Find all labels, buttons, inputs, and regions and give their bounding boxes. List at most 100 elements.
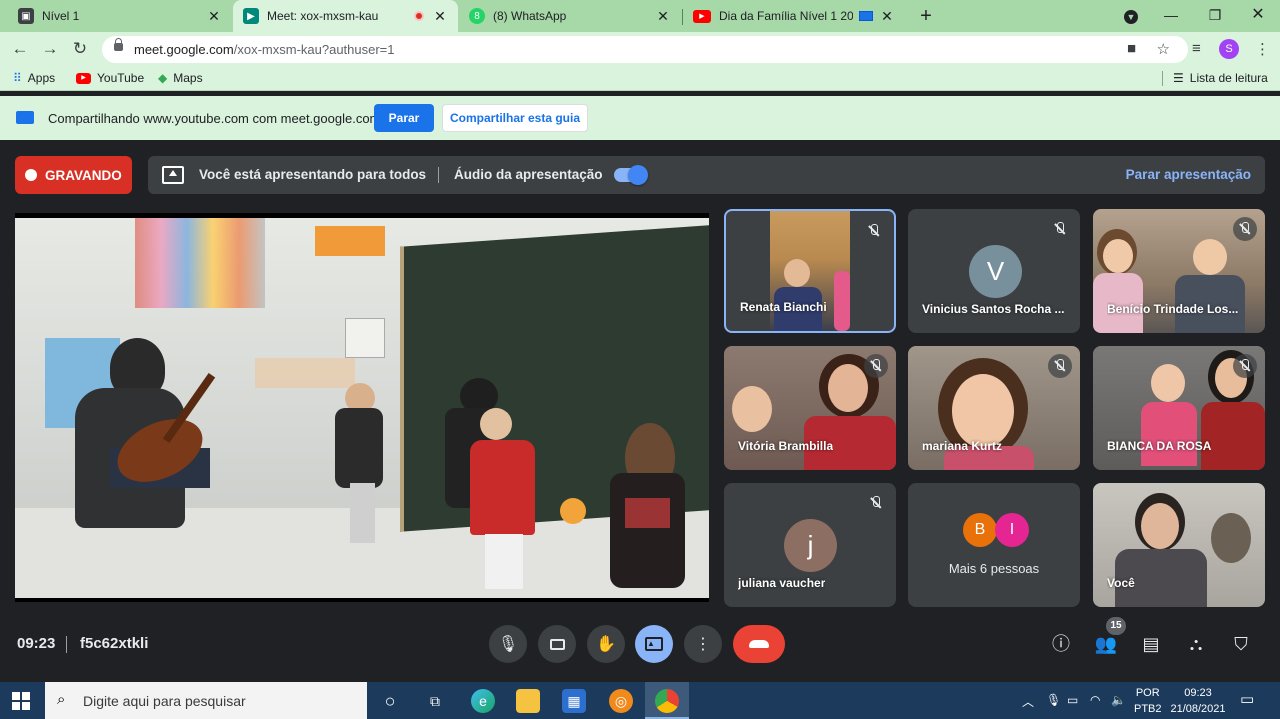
tray-overflow-icon[interactable]: ︿ [1022, 693, 1034, 710]
store-icon[interactable]: ▦ [562, 689, 586, 713]
cast-icon [859, 11, 873, 21]
media-control-icon[interactable]: ≡ [1192, 40, 1201, 57]
close-tab-icon[interactable]: ✕ [206, 8, 222, 25]
raise-hand-button[interactable]: ✋ [587, 625, 625, 663]
whatsapp-icon: 8 [469, 8, 485, 24]
tab-title: Meet: xox-mxsm-kau [267, 9, 379, 23]
participant-tile[interactable]: Renata Bianchi [724, 209, 896, 333]
muted-mic-icon [1233, 217, 1257, 241]
more-options-button[interactable]: ⋮ [684, 625, 722, 663]
participant-tile[interactable]: BIANCA DA ROSA [1093, 346, 1265, 470]
bookmark-maps[interactable]: ◆ Maps [158, 71, 203, 85]
forward-icon[interactable]: → [39, 38, 61, 60]
back-icon[interactable]: ← [9, 38, 31, 60]
reload-icon[interactable]: ↻ [69, 38, 91, 60]
self-view-tile[interactable]: Você [1093, 483, 1265, 607]
restore-icon[interactable]: ❐ [1195, 0, 1235, 32]
address-bar[interactable]: meet.google.com/xox-mxsm-kau?authuser=1 … [102, 36, 1188, 63]
clock-date: 21/08/2021 [1170, 703, 1226, 715]
screen-share-icon [16, 111, 34, 124]
close-window-icon[interactable]: ✕ [1238, 0, 1278, 32]
people-icon[interactable]: 👥 [1094, 632, 1118, 656]
bookmark-star-icon[interactable]: ☆ [1157, 40, 1170, 58]
participant-tile[interactable]: V Vinicius Santos Rocha ... [908, 209, 1080, 333]
share-this-tab-button[interactable]: Compartilhar esta guia [442, 104, 588, 132]
edge-icon[interactable]: e [471, 689, 495, 713]
tab-whatsapp[interactable]: 8 (8) WhatsApp ✕ [459, 0, 681, 32]
presentation-divider [438, 167, 439, 183]
participant-tile[interactable]: mariana Kurtz [908, 346, 1080, 470]
chrome-taskbar-button[interactable] [645, 682, 689, 719]
record-dot-icon [25, 169, 37, 181]
minimize-icon[interactable]: — [1151, 0, 1191, 32]
present-screen-icon [162, 166, 184, 184]
participant-tile[interactable]: j juliana vaucher [724, 483, 896, 607]
browser-menu-icon[interactable]: ⋮ [1255, 40, 1270, 58]
tab-search-icon[interactable]: ▼ [1111, 0, 1151, 32]
search-icon: ⌕ [57, 691, 66, 708]
info-icon[interactable]: ⓘ [1049, 632, 1073, 656]
chat-icon[interactable]: ▤ [1139, 632, 1163, 656]
leave-call-button[interactable] [733, 625, 785, 663]
microphone-button[interactable]: 🎙 [489, 625, 527, 663]
app-icon[interactable]: ◎ [609, 689, 633, 713]
profile-avatar[interactable]: S [1219, 39, 1239, 59]
stop-presenting-button[interactable]: Parar apresentação [1126, 167, 1251, 182]
close-tab-icon[interactable]: ✕ [655, 8, 671, 25]
url-text[interactable]: meet.google.com/xox-mxsm-kau?authuser=1 [134, 42, 395, 57]
bookmark-apps[interactable]: ⠿ Apps [13, 71, 55, 85]
participant-tile[interactable]: Vitória Brambilla [724, 346, 896, 470]
tab-title: (8) WhatsApp [493, 9, 567, 23]
close-tab-icon[interactable]: ✕ [432, 8, 448, 25]
search-placeholder: Digite aqui para pesquisar [83, 693, 246, 709]
taskbar-search-box[interactable]: ⌕ Digite aqui para pesquisar [45, 682, 367, 719]
participant-tile[interactable]: Benício Trindade Los... [1093, 209, 1265, 333]
recording-badge[interactable]: GRAVANDO [15, 156, 132, 194]
language-indicator[interactable]: POR PTB2 [1134, 685, 1162, 717]
tab-title: Dia da Família Nível 1 2021 - [719, 9, 853, 23]
stop-sharing-button[interactable]: Parar [374, 104, 434, 132]
participant-avatar: B [963, 513, 997, 547]
close-tab-icon[interactable]: ✕ [879, 8, 895, 25]
participant-avatar: V [969, 245, 1022, 298]
browser-toolbar: ← → ↻ meet.google.com/xox-mxsm-kau?authu… [0, 32, 1280, 66]
notifications-icon[interactable]: ▭ [1240, 690, 1254, 708]
task-view-icon[interactable]: ⧉ [423, 689, 447, 713]
participant-name: Vitória Brambilla [738, 439, 834, 453]
tab-nivel-1[interactable]: ▣ Nível 1 ✕ [8, 0, 232, 32]
present-now-button[interactable]: ▲ [635, 625, 673, 663]
keyboard-layout: PTB2 [1134, 703, 1162, 715]
tab-youtube[interactable]: ▶ Dia da Família Nível 1 2021 - ✕ [683, 0, 905, 32]
screen: ▣ Nível 1 ✕ ▶ Meet: xox-mxsm-kau ✕ 8 (8)… [0, 0, 1280, 719]
presentation-audio-toggle[interactable] [614, 165, 648, 185]
camera-button[interactable] [538, 625, 576, 663]
camera-in-use-icon[interactable]: ■ [1127, 40, 1136, 57]
activities-icon[interactable]: ⛬ [1184, 632, 1208, 656]
recording-indicator-icon [414, 11, 424, 21]
browser-tab-strip: ▣ Nível 1 ✕ ▶ Meet: xox-mxsm-kau ✕ 8 (8)… [0, 0, 1280, 32]
taskbar-clock[interactable]: 09:23 21/08/2021 [1168, 685, 1228, 717]
reading-list-button[interactable]: ☰ Lista de leitura [1173, 71, 1268, 85]
tray-microphone-icon[interactable]: 🎙 [1046, 693, 1061, 707]
participant-name: BIANCA DA ROSA [1107, 439, 1212, 453]
tab-meet[interactable]: ▶ Meet: xox-mxsm-kau ✕ [233, 0, 458, 32]
more-participants-tile[interactable]: B I Mais 6 pessoas [908, 483, 1080, 607]
bookmark-label: Maps [173, 71, 203, 85]
participant-avatar: I [995, 513, 1029, 547]
bookmark-divider [1162, 71, 1163, 86]
end-call-icon [749, 640, 769, 648]
muted-mic-icon [864, 491, 888, 515]
wifi-icon[interactable]: ◠ [1090, 693, 1100, 707]
bookmark-youtube[interactable]: ▶ YouTube [76, 71, 144, 85]
host-controls-icon[interactable]: ⛉ [1229, 632, 1253, 656]
windows-start-icon[interactable] [12, 692, 30, 710]
battery-icon[interactable]: ▭ [1067, 693, 1078, 707]
reading-list-icon: ☰ [1173, 71, 1184, 85]
cortana-icon[interactable]: ○ [378, 689, 402, 713]
file-explorer-icon[interactable] [516, 689, 540, 713]
new-tab-button[interactable]: + [915, 4, 937, 28]
classroom-video-scene [15, 218, 709, 598]
participant-name: Renata Bianchi [740, 300, 827, 314]
volume-icon[interactable]: 🔈 [1111, 693, 1126, 707]
windows-taskbar: ⌕ Digite aqui para pesquisar ○ ⧉ e ▦ ◎ ︿… [0, 682, 1280, 719]
